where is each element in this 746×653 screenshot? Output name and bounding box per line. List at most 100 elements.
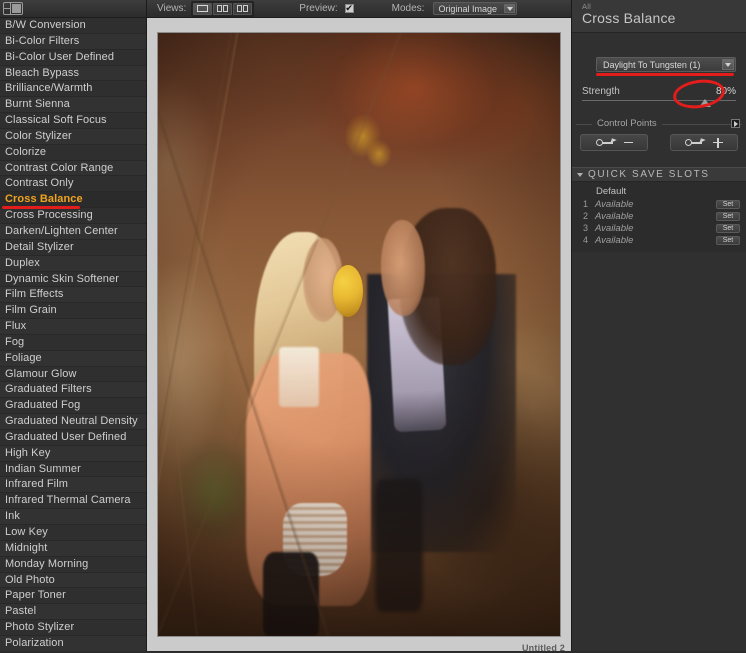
filter-item[interactable]: Detail Stylizer — [0, 239, 146, 256]
filter-item[interactable]: Infrared Film — [0, 477, 146, 494]
filter-item[interactable]: Fog — [0, 334, 146, 351]
slot-number: 3 — [583, 223, 589, 233]
view-toolbar: Views: Preview: ✔ Modes: Original Image — [147, 0, 571, 18]
remove-control-point-button[interactable] — [580, 134, 648, 151]
chevron-down-icon[interactable] — [504, 4, 516, 13]
left-toolbar — [0, 0, 146, 18]
filter-item[interactable]: Darken/Lighten Center — [0, 223, 146, 240]
preset-dropdown[interactable]: Daylight To Tungsten (1) — [596, 57, 736, 72]
quick-save-slot-row[interactable]: 4 Available Set — [572, 234, 746, 246]
views-label: Views: — [157, 3, 187, 14]
slot-set-button[interactable]: Set — [716, 223, 740, 233]
filter-item[interactable]: High Key — [0, 445, 146, 462]
control-points-label: Control Points — [592, 118, 662, 129]
filter-item[interactable]: B/W Conversion — [0, 18, 146, 34]
single-view-icon[interactable] — [193, 2, 213, 15]
chevron-down-icon[interactable] — [577, 172, 583, 177]
strength-control[interactable]: Strength 80% — [582, 86, 736, 107]
filter-item[interactable]: Graduated User Defined — [0, 429, 146, 446]
filter-item[interactable]: Classical Soft Focus — [0, 113, 146, 129]
filter-item[interactable]: Bi-Color User Defined — [0, 49, 146, 66]
preset-value: Daylight To Tungsten (1) — [603, 59, 701, 70]
filter-item[interactable]: Graduated Fog — [0, 398, 146, 415]
plus-icon — [713, 137, 723, 148]
slot-set-button[interactable]: Set — [716, 199, 740, 209]
image-canvas[interactable]: Untitled 2 — [147, 18, 571, 653]
filter-item[interactable]: Photo Stylizer — [0, 620, 146, 636]
slot-status: Available — [595, 234, 634, 246]
filter-item[interactable]: Midnight — [0, 540, 146, 557]
adjustment-panel-body: Daylight To Tungsten (1) Strength 80% Co… — [572, 33, 746, 651]
filter-item[interactable]: Monday Morning — [0, 556, 146, 573]
filter-item[interactable]: Indian Summer — [0, 461, 146, 478]
annotation-underline-preset — [596, 73, 734, 76]
filter-item[interactable]: Dynamic Skin Softener — [0, 271, 146, 288]
filter-item[interactable]: Foliage — [0, 350, 146, 367]
filter-item[interactable]: Glamour Glow — [0, 366, 146, 383]
quick-save-slot-row[interactable]: 2 Available Set — [572, 210, 746, 222]
add-control-point-button[interactable] — [670, 134, 738, 151]
filter-item[interactable]: Flux — [0, 319, 146, 335]
preview-label: Preview: — [299, 3, 338, 14]
photo-vignette — [158, 33, 560, 636]
page-title: Cross Balance — [582, 10, 676, 26]
quick-save-slot-row[interactable]: 1 Available Set — [572, 198, 746, 210]
filter-item[interactable]: Paper Toner — [0, 588, 146, 605]
split-view-icon[interactable] — [213, 2, 233, 15]
filter-item[interactable]: Film Grain — [0, 303, 146, 320]
filter-item[interactable]: Infrared Thermal Camera — [0, 493, 146, 510]
filter-item[interactable]: Contrast Only — [0, 176, 146, 193]
filter-item[interactable]: Film Effects — [0, 287, 146, 304]
filter-item[interactable]: Low Key — [0, 525, 146, 541]
strength-label: Strength — [582, 86, 620, 97]
quick-save-slot-row[interactable]: 3 Available Set — [572, 222, 746, 234]
slot-set-button[interactable]: Set — [716, 235, 740, 245]
slot-number: 2 — [583, 211, 589, 221]
filter-item[interactable]: Ink — [0, 509, 146, 525]
strength-slider-track[interactable] — [582, 99, 736, 107]
preview-checkbox[interactable]: ✔ — [344, 4, 354, 13]
filter-list[interactable]: B/W Conversion Bi-Color Filters Bi-Color U… — [0, 18, 146, 651]
side-by-side-view-icon[interactable] — [233, 2, 253, 15]
filter-item[interactable]: Pastel — [0, 604, 146, 621]
modes-dropdown[interactable]: Original Image — [433, 2, 518, 15]
slot-number: 4 — [583, 235, 589, 245]
filter-item[interactable]: Duplex — [0, 255, 146, 272]
filter-item[interactable]: Brilliance/Warmth — [0, 81, 146, 98]
filter-library-panel: B/W Conversion Bi-Color Filters Bi-Color U… — [0, 0, 147, 651]
filter-item[interactable]: Graduated Filters — [0, 382, 146, 399]
preset-row: Daylight To Tungsten (1) — [596, 57, 736, 72]
filter-item[interactable]: Graduated Neutral Density — [0, 414, 146, 430]
photo-preview[interactable] — [157, 32, 561, 637]
filter-item[interactable]: Bi-Color Filters — [0, 33, 146, 50]
quick-save-slots-header[interactable]: QUICK SAVE SLOTS — [572, 167, 746, 182]
filter-item[interactable]: Cross Processing — [0, 208, 146, 224]
quick-save-slots-body: Default 1 Available Set 2 Available Set 3 Avail… — [572, 182, 746, 252]
slot-status: Available — [595, 222, 634, 234]
filter-item[interactable]: Old Photo — [0, 572, 146, 589]
filter-item[interactable]: Color Stylizer — [0, 128, 146, 145]
image-view-panel: Views: Preview: ✔ Modes: Original Image — [147, 0, 571, 653]
filter-item[interactable]: Bleach Bypass — [0, 65, 146, 82]
filter-item[interactable]: Colorize — [0, 144, 146, 161]
expand-arrow-icon[interactable] — [731, 119, 740, 128]
annotation-underline-filter — [2, 206, 80, 210]
minus-icon — [623, 141, 633, 144]
strength-slider-thumb[interactable] — [699, 99, 712, 107]
filter-item[interactable]: Burnt Sienna — [0, 97, 146, 114]
panel-layout-icon[interactable] — [3, 2, 23, 15]
filter-item[interactable]: Polarization — [0, 635, 146, 651]
quick-save-slot-rows: 1 Available Set 2 Available Set 3 Available Set 4… — [572, 198, 746, 246]
control-points-section-header: Control Points — [576, 118, 742, 129]
control-point-pin-icon — [685, 137, 709, 148]
control-point-buttons — [580, 134, 738, 151]
filter-item[interactable]: Contrast Color Range — [0, 160, 146, 177]
view-mode-buttons[interactable] — [191, 0, 255, 17]
slot-set-button[interactable]: Set — [716, 211, 740, 221]
strength-value: 80% — [715, 86, 736, 97]
adjustment-panel-header: All Cross Balance — [572, 0, 746, 33]
slot-number: 1 — [583, 199, 589, 209]
adjustment-panel: All Cross Balance Daylight To Tungsten (… — [571, 0, 746, 651]
chevron-down-icon[interactable] — [722, 59, 734, 70]
slot-status: Available — [595, 198, 634, 210]
